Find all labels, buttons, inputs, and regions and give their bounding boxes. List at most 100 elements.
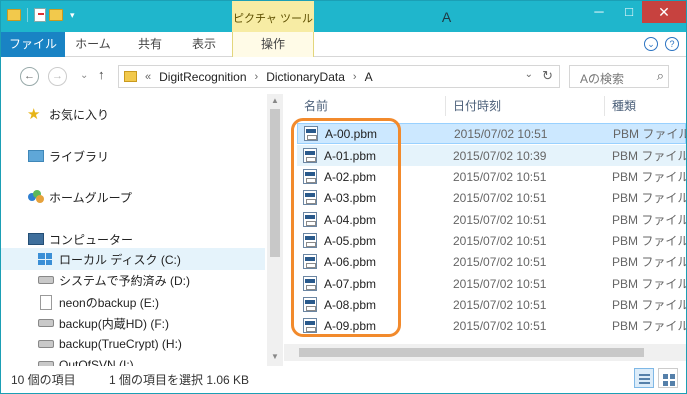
tab-home[interactable]: ホーム bbox=[67, 32, 119, 57]
tab-file[interactable]: ファイル bbox=[1, 32, 65, 57]
tab-manage[interactable]: 操作 bbox=[232, 32, 314, 57]
breadcrumb-dictionarydata[interactable]: DictionaryData bbox=[266, 70, 345, 84]
maximize-button[interactable]: □ bbox=[614, 1, 644, 23]
file-list: 名前 日付時刻 種類 A-00.pbm 2015/07/02 10:51 PBM… bbox=[284, 94, 686, 366]
search-input[interactable]: Aの検索 ⌕ bbox=[569, 65, 669, 88]
pbm-file-icon bbox=[303, 318, 317, 333]
file-row[interactable]: A-01.pbm 2015/07/02 10:39 PBM ファイル bbox=[297, 145, 686, 166]
file-name: A-07.pbm bbox=[324, 276, 377, 291]
sidebar-item-libraries[interactable]: ライブラリ bbox=[1, 145, 265, 167]
address-dropdown-icon[interactable]: ⌄ bbox=[525, 69, 533, 80]
sidebar-item-drive-d[interactable]: システムで予約済み (D:) bbox=[1, 269, 265, 291]
file-date: 2015/07/02 10:51 bbox=[454, 126, 548, 141]
recent-locations-icon[interactable]: ⌄ bbox=[80, 70, 88, 81]
nav-pane-scrollbar[interactable]: ▲ ▼ bbox=[267, 94, 283, 366]
file-type: PBM ファイル bbox=[612, 277, 686, 291]
explorer-window: ▾ ピクチャ ツール A ─ □ ✕ ファイル ホーム 共有 表示 操作 ⌄ ?… bbox=[0, 0, 687, 394]
forward-button[interactable]: → bbox=[48, 67, 67, 86]
file-row[interactable]: A-00.pbm 2015/07/02 10:51 PBM ファイル bbox=[297, 123, 686, 144]
refresh-icon[interactable]: ↻ bbox=[542, 68, 553, 84]
navigation-pane: ★ お気に入り ライブラリ ホームグループ コンピューター ローカル ディスク … bbox=[1, 94, 283, 366]
file-name: A-09.pbm bbox=[324, 318, 377, 333]
window-title: A bbox=[441, 9, 452, 25]
file-list-horizontal-scrollbar[interactable] bbox=[284, 344, 686, 361]
sidebar-item-homegroup[interactable]: ホームグループ bbox=[1, 186, 265, 208]
file-type: PBM ファイル bbox=[612, 170, 686, 184]
sidebar-item-drive-f[interactable]: backup(内蔵HD) (F:) bbox=[1, 312, 265, 334]
navigation-bar: ← → ⌄ ↑ « DigitRecognition › DictionaryD… bbox=[1, 58, 686, 94]
file-date: 2015/07/02 10:39 bbox=[453, 148, 547, 163]
address-bar[interactable]: « DigitRecognition › DictionaryData › A … bbox=[118, 65, 560, 88]
close-button[interactable]: ✕ bbox=[642, 1, 686, 23]
sidebar-item-label: backup(TrueCrypt) (H:) bbox=[59, 337, 182, 351]
homegroup-icon bbox=[28, 190, 44, 204]
sidebar-item-computer[interactable]: コンピューター bbox=[1, 228, 265, 250]
pbm-file-icon bbox=[303, 169, 317, 184]
file-date: 2015/07/02 10:51 bbox=[453, 254, 547, 269]
file-row[interactable]: A-05.pbm 2015/07/02 10:51 PBM ファイル bbox=[297, 230, 686, 251]
file-name: A-03.pbm bbox=[324, 190, 377, 205]
breadcrumb-a[interactable]: A bbox=[365, 70, 373, 84]
sidebar-item-drive-e[interactable]: neonのbackup (E:) bbox=[1, 291, 265, 313]
column-header-type[interactable]: 種類 bbox=[612, 94, 636, 119]
file-name: A-02.pbm bbox=[324, 169, 377, 184]
sidebar-item-drive-h[interactable]: backup(TrueCrypt) (H:) bbox=[1, 333, 265, 355]
file-row[interactable]: A-07.pbm 2015/07/02 10:51 PBM ファイル bbox=[297, 273, 686, 294]
file-row[interactable]: A-06.pbm 2015/07/02 10:51 PBM ファイル bbox=[297, 251, 686, 272]
computer-icon bbox=[28, 233, 44, 245]
file-row[interactable]: A-04.pbm 2015/07/02 10:51 PBM ファイル bbox=[297, 209, 686, 230]
scrollbar-thumb[interactable] bbox=[270, 109, 280, 257]
file-row[interactable]: A-02.pbm 2015/07/02 10:51 PBM ファイル bbox=[297, 166, 686, 187]
file-date: 2015/07/02 10:51 bbox=[453, 212, 547, 227]
tab-view[interactable]: 表示 bbox=[178, 32, 230, 57]
sidebar-item-label: お気に入り bbox=[49, 107, 110, 122]
column-divider[interactable] bbox=[445, 96, 446, 116]
title-bar: ▾ ピクチャ ツール A ─ □ ✕ bbox=[1, 1, 686, 32]
ribbon-tabs: ファイル ホーム 共有 表示 操作 ⌄ ? bbox=[1, 32, 686, 57]
column-divider[interactable] bbox=[604, 96, 605, 116]
breadcrumb-digitrecognition[interactable]: DigitRecognition bbox=[159, 70, 246, 84]
pbm-file-icon bbox=[303, 190, 317, 205]
breadcrumb-separator-icon[interactable]: › bbox=[255, 71, 259, 83]
help-icon[interactable]: ? bbox=[665, 37, 679, 51]
up-button[interactable]: ↑ bbox=[98, 67, 105, 82]
back-button[interactable]: ← bbox=[20, 67, 39, 86]
file-row[interactable]: A-08.pbm 2015/07/02 10:51 PBM ファイル bbox=[297, 294, 686, 315]
pbm-file-icon bbox=[303, 254, 317, 269]
drive-icon bbox=[38, 319, 54, 327]
scrollbar-thumb[interactable] bbox=[299, 348, 644, 357]
file-date: 2015/07/02 10:51 bbox=[453, 190, 547, 205]
sidebar-item-favorites[interactable]: ★ お気に入り bbox=[1, 103, 265, 125]
sidebar-item-label: backup(内蔵HD) (F:) bbox=[59, 316, 170, 331]
blank-drive-icon bbox=[40, 294, 52, 310]
sidebar-item-drive-i[interactable]: OutOfSVN (I:) bbox=[1, 354, 265, 366]
pbm-file-icon bbox=[303, 212, 317, 227]
file-row[interactable]: A-03.pbm 2015/07/02 10:51 PBM ファイル bbox=[297, 187, 686, 208]
breadcrumb-separator-icon[interactable]: › bbox=[353, 71, 357, 83]
library-icon bbox=[28, 150, 44, 162]
tab-share[interactable]: 共有 bbox=[125, 32, 175, 57]
column-header-date[interactable]: 日付時刻 bbox=[453, 94, 501, 119]
file-row[interactable]: A-09.pbm 2015/07/02 10:51 PBM ファイル bbox=[297, 315, 686, 336]
column-header-name[interactable]: 名前 bbox=[304, 94, 328, 119]
pbm-file-icon bbox=[303, 297, 317, 312]
file-type: PBM ファイル bbox=[612, 213, 686, 227]
file-date: 2015/07/02 10:51 bbox=[453, 318, 547, 333]
ribbon-collapse-icon[interactable]: ⌄ bbox=[644, 37, 658, 51]
file-name: A-04.pbm bbox=[324, 212, 377, 227]
file-date: 2015/07/02 10:51 bbox=[453, 276, 547, 291]
star-icon: ★ bbox=[27, 106, 41, 123]
file-name: A-00.pbm bbox=[325, 126, 378, 141]
scroll-up-icon[interactable]: ▲ bbox=[271, 96, 279, 105]
sidebar-item-label: コンピューター bbox=[49, 232, 134, 247]
large-icons-view-button[interactable] bbox=[658, 368, 678, 388]
file-date: 2015/07/02 10:51 bbox=[453, 169, 547, 184]
file-type: PBM ファイル bbox=[612, 298, 686, 312]
file-date: 2015/07/02 10:51 bbox=[453, 297, 547, 312]
sidebar-item-drive-c[interactable]: ローカル ディスク (C:) bbox=[1, 248, 265, 270]
scroll-down-icon[interactable]: ▼ bbox=[271, 352, 279, 361]
details-view-button[interactable] bbox=[634, 368, 654, 388]
search-icon[interactable]: ⌕ bbox=[657, 68, 664, 84]
breadcrumb-overflow[interactable]: « bbox=[145, 71, 151, 83]
minimize-button[interactable]: ─ bbox=[584, 1, 614, 23]
